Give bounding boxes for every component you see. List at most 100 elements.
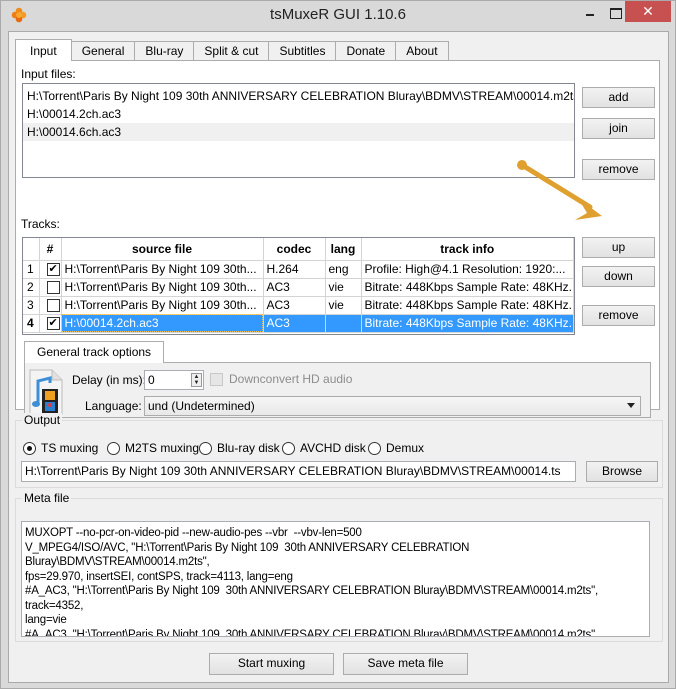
column-header-source-file[interactable]: source file: [61, 238, 264, 261]
tracks-label: Tracks:: [21, 217, 60, 231]
track-source-file: H:\Torrent\Paris By Night 109 30th...: [61, 278, 264, 297]
input-files-list[interactable]: H:\Torrent\Paris By Night 109 30th ANNIV…: [22, 83, 575, 178]
input-tab-panel: Input files: H:\Torrent\Paris By Night 1…: [15, 60, 660, 418]
move-track-up-button[interactable]: up: [582, 237, 655, 258]
radio-label: TS muxing: [41, 441, 99, 455]
radio-label: AVCHD disk: [300, 441, 366, 455]
track-number: 2: [23, 278, 40, 297]
meta-file-textarea[interactable]: MUXOPT --no-pcr-on-video-pid --new-audio…: [21, 521, 650, 637]
track-enabled-cell: [39, 296, 62, 315]
track-enabled-cell: [39, 260, 62, 279]
track-codec: AC3: [263, 314, 326, 333]
track-codec: H.264: [263, 260, 326, 279]
browse-button[interactable]: Browse: [586, 461, 658, 482]
output-group: Output TS muxing M2TS muxing Blu-ray dis…: [15, 413, 663, 488]
radio-m2ts-muxing[interactable]: M2TS muxing: [107, 441, 199, 455]
tab-about[interactable]: About: [396, 41, 449, 61]
track-lang: [325, 314, 362, 333]
track-row[interactable]: 3 H:\Torrent\Paris By Night 109 30th... …: [23, 296, 574, 315]
start-muxing-button[interactable]: Start muxing: [209, 653, 334, 675]
radio-demux[interactable]: Demux: [368, 441, 424, 455]
column-header-lang[interactable]: lang: [325, 238, 362, 261]
radio-button[interactable]: [282, 441, 295, 455]
column-header-rownum[interactable]: [23, 238, 40, 261]
window-title: tsMuxeR GUI 1.10.6: [270, 6, 406, 23]
track-enabled-checkbox[interactable]: [46, 261, 60, 277]
chevron-down-icon: [627, 403, 635, 408]
track-number: 4: [23, 314, 40, 333]
column-header-enabled[interactable]: #: [39, 238, 62, 261]
language-dropdown[interactable]: und (Undetermined): [144, 396, 641, 416]
track-lang: vie: [325, 278, 362, 297]
radio-ts-muxing[interactable]: TS muxing: [23, 441, 98, 455]
column-header-codec[interactable]: codec: [263, 238, 326, 261]
track-source-file: H:\Torrent\Paris By Night 109 30th...: [61, 260, 264, 279]
track-number: 3: [23, 296, 40, 315]
tab-general[interactable]: General: [71, 41, 136, 61]
move-track-down-button[interactable]: down: [582, 266, 655, 287]
track-info: Bitrate: 448Kbps Sample Rate: 48KHz...: [361, 296, 574, 315]
tab-split-cut[interactable]: Split & cut: [194, 41, 270, 61]
delay-value: 0: [148, 373, 155, 387]
track-row[interactable]: 2 H:\Torrent\Paris By Night 109 30th... …: [23, 278, 574, 297]
close-icon: ✕: [642, 3, 654, 19]
track-enabled-cell: [39, 278, 62, 297]
column-header-track-info[interactable]: track info: [361, 238, 574, 261]
radio-label: Demux: [386, 441, 425, 455]
title-bar[interactable]: tsMuxeR GUI 1.10.6 ✕: [1, 1, 675, 31]
track-info: Bitrate: 448Kbps Sample Rate: 48KHz...: [361, 314, 574, 333]
track-codec: AC3: [263, 278, 326, 297]
track-row[interactable]: 1 H:\Torrent\Paris By Night 109 30th... …: [23, 260, 574, 279]
remove-file-button[interactable]: remove: [582, 159, 655, 180]
track-codec: AC3: [263, 296, 326, 315]
track-row-selected[interactable]: 4 H:\00014.2ch.ac3 AC3 Bitrate: 448Kbps …: [23, 314, 574, 333]
track-lang: eng: [325, 260, 362, 279]
spin-down-icon[interactable]: ▼: [194, 380, 200, 386]
tab-blu-ray[interactable]: Blu-ray: [135, 41, 195, 61]
radio-avchd-disk[interactable]: AVCHD disk: [282, 441, 366, 455]
close-button[interactable]: ✕: [625, 1, 671, 22]
input-files-label: Input files:: [21, 67, 76, 81]
track-enabled-checkbox[interactable]: [46, 315, 60, 331]
track-info: Bitrate: 448Kbps Sample Rate: 48KHz...: [361, 278, 574, 297]
delay-input[interactable]: 0 ▲ ▼: [144, 370, 204, 390]
input-file-item[interactable]: H:\00014.6ch.ac3: [23, 123, 574, 141]
minimize-button[interactable]: [577, 1, 603, 22]
output-path-input[interactable]: H:\Torrent\Paris By Night 109 30th ANNIV…: [21, 461, 576, 482]
track-number: 1: [23, 260, 40, 279]
track-source-file: H:\00014.2ch.ac3: [61, 314, 264, 333]
save-meta-file-button[interactable]: Save meta file: [343, 653, 468, 675]
radio-label: Blu-ray disk: [217, 441, 280, 455]
meta-file-group: Meta file MUXOPT --no-pcr-on-video-pid -…: [15, 491, 663, 642]
track-source-file: H:\Torrent\Paris By Night 109 30th...: [61, 296, 264, 315]
track-lang: vie: [325, 296, 362, 315]
tab-subtitles[interactable]: Subtitles: [269, 41, 337, 61]
join-file-button[interactable]: join: [582, 118, 655, 139]
tab-input[interactable]: Input: [15, 39, 72, 61]
remove-track-button[interactable]: remove: [582, 305, 655, 326]
tracks-table[interactable]: # source file codec lang track info 1 H:…: [22, 237, 575, 335]
radio-button[interactable]: [368, 441, 381, 455]
main-tab-bar: Input General Blu-ray Split & cut Subtit…: [15, 39, 449, 61]
downconvert-hd-label: Downconvert HD audio: [229, 372, 353, 386]
add-file-button[interactable]: add: [582, 87, 655, 108]
radio-button[interactable]: [107, 441, 120, 455]
input-file-item[interactable]: H:\Torrent\Paris By Night 109 30th ANNIV…: [23, 87, 574, 105]
track-enabled-checkbox[interactable]: [46, 298, 60, 312]
main-client-area: Input General Blu-ray Split & cut Subtit…: [8, 31, 669, 683]
input-file-item[interactable]: H:\00014.2ch.ac3: [23, 105, 574, 123]
radio-label: M2TS muxing: [125, 441, 200, 455]
media-file-icon: [29, 369, 63, 415]
radio-blu-ray-disk[interactable]: Blu-ray disk: [199, 441, 280, 455]
tab-donate[interactable]: Donate: [336, 41, 397, 61]
tab-general-track-options[interactable]: General track options: [24, 341, 165, 363]
radio-button[interactable]: [199, 441, 212, 455]
track-options-panel: Delay (in ms): 0 ▲ ▼ Downconvert HD audio…: [24, 362, 651, 418]
radio-button[interactable]: [23, 441, 36, 455]
track-enabled-checkbox[interactable]: [46, 280, 60, 294]
meta-file-group-title: Meta file: [22, 491, 72, 505]
tracks-header-row: # source file codec lang track info: [23, 238, 574, 261]
delay-spinner[interactable]: ▲ ▼: [191, 373, 202, 387]
app-window: tsMuxeR GUI 1.10.6 ✕ Input General Blu-r…: [0, 0, 676, 689]
track-info: Profile: High@4.1 Resolution: 1920:...: [361, 260, 574, 279]
